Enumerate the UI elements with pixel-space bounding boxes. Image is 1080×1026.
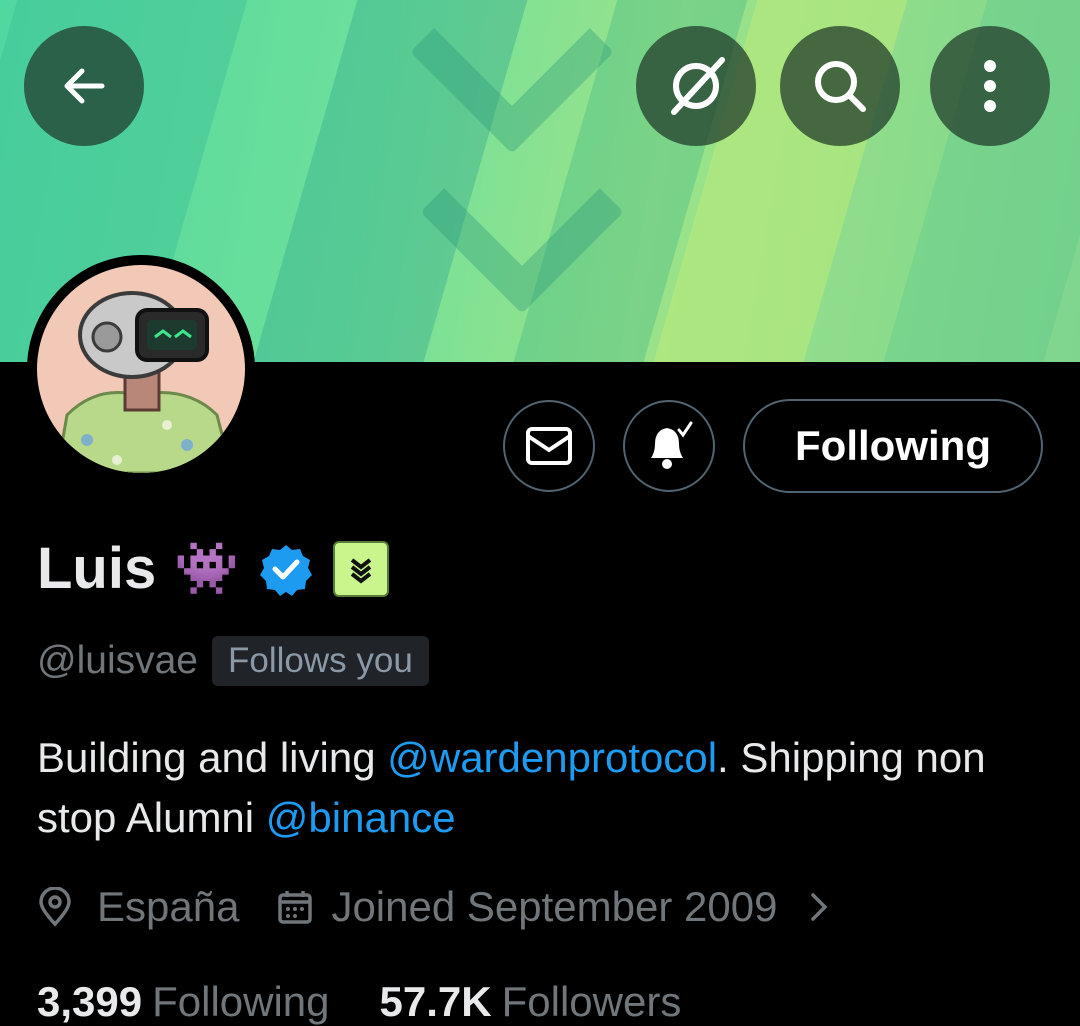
following-button[interactable]: Following (743, 399, 1043, 493)
joined-date: Joined September 2009 (331, 883, 778, 930)
display-name: Luis (37, 536, 157, 601)
verified-badge-icon[interactable] (259, 542, 313, 596)
search-button[interactable] (780, 26, 900, 146)
bio-text: Building and living (37, 734, 388, 781)
mention-link[interactable]: @wardenprotocol (387, 734, 717, 781)
notifications-button[interactable] (623, 400, 715, 492)
avatar[interactable] (27, 255, 255, 483)
arrow-left-icon (64, 68, 105, 104)
more-button[interactable] (930, 26, 1050, 146)
bell-check-icon (651, 421, 693, 469)
slash-circle-icon (671, 57, 725, 115)
message-button[interactable] (503, 400, 595, 492)
affiliate-badge-icon[interactable] (332, 540, 389, 597)
grok-button[interactable] (636, 26, 756, 146)
profile-meta: España Joined September 2009 (37, 883, 831, 931)
followers-count: 57.7K (379, 978, 492, 1025)
following-label: Following (152, 978, 330, 1025)
profile-name-row: Luis 👾 (37, 535, 389, 602)
chevron-right-icon[interactable] (807, 889, 831, 925)
avatar-image (37, 265, 245, 473)
mention-link[interactable]: @binance (266, 794, 456, 841)
more-vertical-icon (984, 60, 996, 112)
calendar-icon (278, 891, 313, 924)
follows-you-badge: Follows you (212, 636, 429, 686)
following-count: 3,399 (37, 978, 143, 1025)
username-handle: @luisvae (37, 639, 198, 682)
name-emoji: 👾 (174, 540, 239, 598)
followers-label: Followers (501, 978, 682, 1025)
location-text: España (97, 883, 240, 930)
following-button-label: Following (795, 422, 991, 469)
back-button[interactable] (24, 26, 144, 146)
handle-row: @luisvae Follows you (37, 636, 429, 686)
search-icon (815, 61, 866, 112)
profile-bio: Building and living @wardenprotocol. Shi… (37, 728, 1047, 848)
envelope-icon (526, 427, 572, 465)
location-pin-icon (39, 887, 71, 927)
